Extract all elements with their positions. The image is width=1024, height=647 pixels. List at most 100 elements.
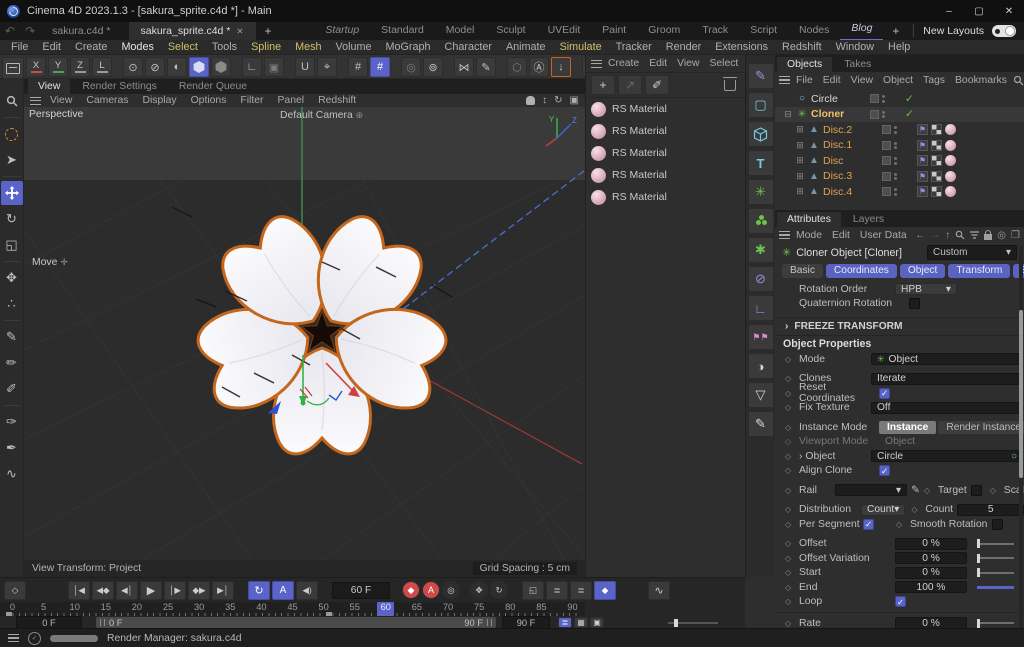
range-grip[interactable] [100,619,105,626]
record-position-toggle[interactable]: ✥ [470,581,488,599]
slider-track[interactable] [977,586,1014,589]
field-button[interactable]: ⚑⚑ [748,324,774,350]
attribute-menu-item[interactable]: Mode [791,230,827,241]
move-tool-button[interactable] [1,181,23,205]
snap-button[interactable]: # [348,57,368,77]
keyframe-marker[interactable] [326,612,332,616]
annotation-button[interactable]: Ⓐ [529,57,549,77]
collapse-icon[interactable]: ⊟ [783,109,793,120]
lock-icon[interactable] [984,234,992,240]
zoom-slider-handle[interactable] [674,619,678,627]
attribute-section-tab[interactable]: Basic [782,264,823,278]
visibility-dots[interactable] [882,111,886,119]
view-label[interactable]: Perspective [25,108,87,121]
layout-tab[interactable]: Nodes [788,21,840,39]
smooth-rotation-checkbox[interactable] [992,519,1003,530]
object-hamburger-icon[interactable] [779,76,790,84]
line-cut-button[interactable]: ✒ [1,436,23,460]
toggle-viewport-icon[interactable]: ▣ [570,95,579,106]
document-tab[interactable]: sakura_sprite.c4d * ✕ [129,22,256,40]
material-item[interactable]: RS Material [586,98,745,120]
visibility-dots[interactable] [882,95,886,103]
uvw-tag-icon[interactable] [931,171,942,182]
tree-row-disc[interactable]: ⊞ ▲ Disc ⚑ [775,153,1024,169]
add-material-button[interactable]: + [591,75,615,95]
viewport-menu-item[interactable]: Cameras [79,95,135,106]
layout-tab[interactable]: Model [435,21,486,39]
phong-tag-icon[interactable]: ⚑ [917,155,928,166]
clones-dropdown[interactable]: Iterate [871,373,1023,385]
add-document-button[interactable]: + [256,24,281,38]
visibility-dots[interactable] [894,126,898,134]
z-axis-lock-button[interactable]: Z [70,57,90,77]
spline-smooth-button[interactable]: ✐ [1,377,23,401]
timeline-zoom-slider[interactable] [668,622,718,624]
volume-button[interactable]: ◑ [748,353,774,379]
record-scale-toggle[interactable]: ◱ [522,581,544,600]
grid-view-icon[interactable]: ▦ [574,617,588,628]
scale-tool-button[interactable]: ◱ [1,233,23,257]
maximize-button[interactable]: ▢ [964,0,994,22]
menu-item[interactable]: MoGraph [379,41,438,53]
menu-item[interactable]: Render [659,41,708,53]
instance-mode-option[interactable]: Render Instance [938,421,1024,434]
phong-tag-icon[interactable]: ⚑ [917,186,928,197]
layer-box[interactable] [870,94,879,103]
object-name[interactable]: Disc.4 [823,186,879,198]
fix-texture-dropdown[interactable]: Off [871,402,1023,414]
expand-icon[interactable]: ⊞ [795,155,805,166]
material-item[interactable]: RS Material [586,120,745,142]
status-hamburger-icon[interactable] [8,634,19,642]
object-menu-item[interactable]: Object [878,75,918,86]
preset-dropdown[interactable]: Custom ▾ [927,245,1017,260]
enabled-check-icon[interactable]: ✓ [905,93,914,105]
reset-coordinates-checkbox[interactable]: ✓ [879,388,890,399]
object-name[interactable]: Disc.1 [823,139,879,151]
visibility-dots[interactable] [894,173,898,181]
layer-box[interactable] [882,156,891,165]
undo-icon[interactable]: ↶ [0,24,20,38]
orbit-view-icon[interactable]: ↻ [554,95,562,106]
multi-transform-button[interactable]: ∴ [1,292,23,316]
focus-icon[interactable]: ◎ [997,230,1006,241]
distribution-dropdown[interactable]: Count ▾ [861,504,905,516]
next-frame-button[interactable]: │▶ [164,581,186,600]
layout-tab[interactable]: Standard [370,21,435,39]
preview-range-bar[interactable]: 0 F 90 F [96,617,496,628]
brush-tool-button[interactable]: ✑ [1,410,23,434]
modeling-settings-button[interactable]: ✎ [476,57,496,77]
uvw-tag-icon[interactable] [931,155,942,166]
loop-checkbox[interactable]: ✓ [895,596,906,607]
interactive-render-region-button[interactable]: ⊚ [423,57,443,77]
next-key-button[interactable]: ◆▶ [188,581,210,600]
slider-track[interactable] [977,572,1014,574]
layer-box[interactable] [882,187,891,196]
uvw-tag-icon[interactable] [931,140,942,151]
attribute-manager-tab[interactable]: Attributes [777,212,841,227]
y-axis-lock-button[interactable]: Y [48,57,68,77]
attribute-section-tab[interactable]: Transform [948,264,1010,278]
object-manager-tab[interactable]: Takes [834,57,881,72]
count-field[interactable]: 5 [957,504,1024,516]
material-tag-icon[interactable] [945,140,956,151]
quantize-button[interactable]: # [370,57,390,77]
material-menu-item[interactable]: Select [704,58,743,69]
cloner-palette-button[interactable]: ✳ [748,179,774,205]
spline-freehand-button[interactable]: ∿ [1,462,23,486]
menu-item[interactable]: Create [68,41,114,53]
goto-end-button[interactable]: ▶│ [212,581,234,600]
attribute-section-tab[interactable]: Object [900,264,945,278]
x-axis-lock-button[interactable]: X [26,57,46,77]
popout-icon[interactable]: ❐ [1011,230,1020,241]
object-menu-item[interactable]: Tags [918,75,950,86]
minimize-button[interactable]: – [934,0,964,22]
object-link-field[interactable]: Circle ○ [871,450,1023,462]
visibility-dots[interactable] [894,188,898,196]
slider-track[interactable] [977,543,1014,545]
dolly-view-icon[interactable]: ↕ [542,95,547,106]
object-menu-item[interactable]: File [791,75,818,86]
transform-tool-button[interactable]: ✥ [1,266,23,290]
phong-tag-icon[interactable]: ⚑ [917,124,928,135]
pencil-icon[interactable]: ✎ [911,484,920,496]
attribute-section-tab[interactable]: Coordinates [826,264,897,278]
